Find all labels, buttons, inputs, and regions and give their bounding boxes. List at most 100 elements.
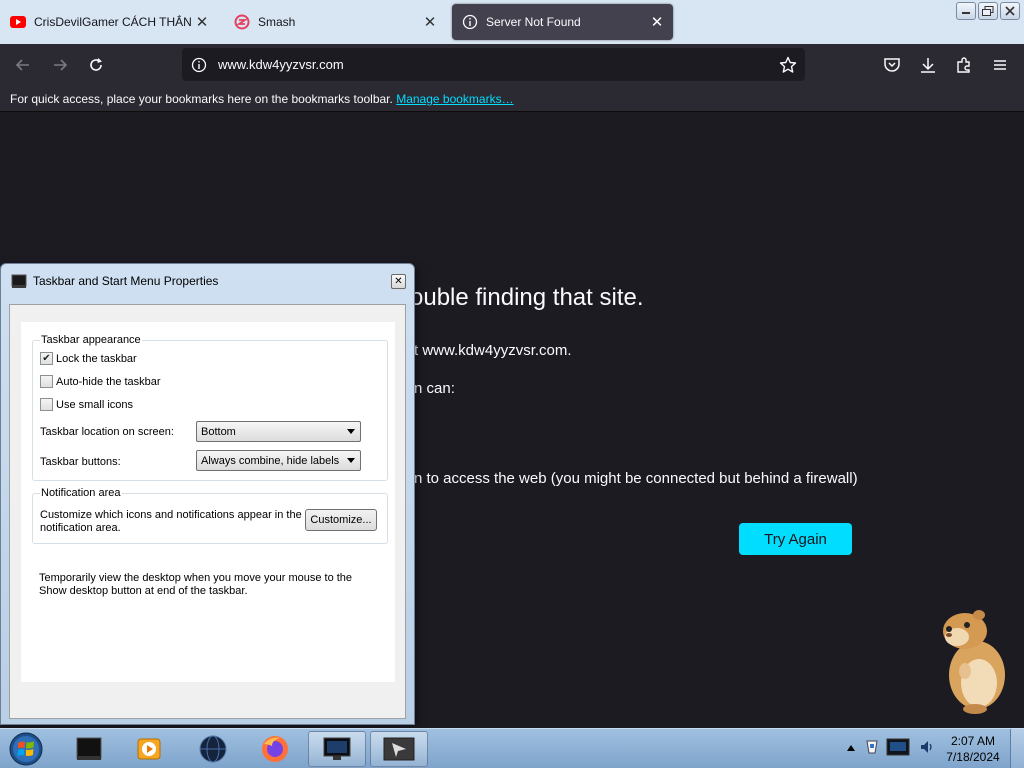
tab-youtube[interactable]: CrisDevilGamer CÁCH THẮNG ✕ <box>0 4 218 40</box>
site-info-icon[interactable] <box>190 56 208 74</box>
taskbar-properties-icon <box>11 273 27 289</box>
action-center-icon[interactable] <box>864 739 880 760</box>
url-text[interactable]: www.kdw4yyzvsr.com <box>218 57 777 72</box>
tab-smash[interactable]: Smash ✕ <box>224 4 446 40</box>
checkmark-icon: ✔ <box>40 352 53 365</box>
download-icon <box>921 58 935 73</box>
media-player-icon <box>137 738 161 760</box>
taskbar-appearance-group: Taskbar appearance ✔ Lock the taskbar Au… <box>32 334 388 481</box>
group-label: Notification area <box>40 487 122 499</box>
forward-arrow-icon <box>54 59 68 71</box>
taskbar-item-window[interactable] <box>60 731 118 767</box>
taskbar-item-monitor[interactable] <box>308 731 366 767</box>
show-hidden-icons-icon[interactable] <box>846 740 856 758</box>
error-suggestion-firewall: n to access the web (you might be connec… <box>414 470 858 487</box>
menu-button[interactable] <box>986 51 1014 79</box>
taskbar-location-select[interactable]: Bottom <box>196 421 361 442</box>
try-again-button[interactable]: Try Again <box>739 523 852 555</box>
clock-time: 2:07 AM <box>950 734 996 748</box>
error-url-line: t www.kdw4yyzvsr.com. <box>414 342 572 359</box>
dropdown-arrow-icon <box>347 458 355 463</box>
youtube-icon <box>10 14 26 30</box>
taskbar-item-explorer[interactable] <box>370 731 428 767</box>
tab-title: Smash <box>258 15 296 29</box>
hamburger-menu-icon <box>994 60 1006 70</box>
checkbox-box <box>40 398 53 411</box>
auto-hide-checkbox[interactable]: Auto-hide the taskbar <box>40 375 161 388</box>
restore-button[interactable] <box>978 2 998 20</box>
minimize-button[interactable] <box>956 2 976 20</box>
globe-icon <box>199 735 227 763</box>
notification-tray <box>840 729 940 768</box>
smash-icon <box>234 14 250 30</box>
dropdown-arrow-icon <box>347 429 355 434</box>
hamster-sticker-image <box>935 605 1015 715</box>
info-icon <box>462 14 478 30</box>
taskbar-buttons-select[interactable]: Always combine, hide labels <box>196 450 361 471</box>
checkbox-box <box>40 375 53 388</box>
checkbox-label: Auto-hide the taskbar <box>56 375 161 388</box>
dialog-titlebar: Taskbar and Start Menu Properties <box>11 273 218 289</box>
pocket-button[interactable] <box>878 51 906 79</box>
downloads-button[interactable] <box>914 51 942 79</box>
network-icon[interactable] <box>884 736 914 763</box>
reload-icon <box>90 58 102 71</box>
select-value: Always combine, hide labels <box>201 454 340 467</box>
navigation-toolbar: www.kdw4yyzvsr.com <box>0 44 1024 86</box>
taskbar-item-firefox[interactable] <box>246 731 304 767</box>
start-button[interactable] <box>6 730 46 768</box>
volume-icon[interactable] <box>918 738 936 761</box>
system-clock[interactable]: 2:07 AM 7/18/2024 <box>940 733 1006 765</box>
error-suggestions-heading: n can: <box>414 380 455 397</box>
lock-taskbar-checkbox[interactable]: ✔ Lock the taskbar <box>40 352 137 365</box>
tab-strip: CrisDevilGamer CÁCH THẮNG ✕ Smash ✕ Serv… <box>0 0 1024 44</box>
checkbox-label: Use small icons <box>56 398 134 411</box>
show-desktop-button[interactable] <box>1010 729 1024 768</box>
dialog-close-button[interactable]: ✕ <box>391 274 406 289</box>
firefox-icon <box>262 736 288 762</box>
monitor-icon <box>323 737 351 760</box>
bookmark-star-icon[interactable] <box>777 54 799 76</box>
tab-title: Server Not Found <box>486 15 581 29</box>
address-bar[interactable]: www.kdw4yyzvsr.com <box>182 48 805 81</box>
taskbar-tab-panel: Taskbar appearance ✔ Lock the taskbar Au… <box>21 322 395 682</box>
extensions-button[interactable] <box>950 51 978 79</box>
dialog-title: Taskbar and Start Menu Properties <box>33 274 219 288</box>
dialog-body: Taskbar appearance ✔ Lock the taskbar Au… <box>9 304 406 719</box>
puzzle-icon <box>957 57 970 73</box>
tab-server-not-found[interactable]: Server Not Found ✕ <box>452 4 673 40</box>
select-value: Bottom <box>201 425 236 438</box>
tab-close-icon[interactable]: ✕ <box>192 12 212 32</box>
taskbar-item-media-player[interactable] <box>120 731 178 767</box>
manage-bookmarks-link[interactable]: Manage bookmarks… <box>396 92 513 106</box>
bookmarks-hint: For quick access, place your bookmarks h… <box>10 92 393 106</box>
small-icons-checkbox[interactable]: Use small icons <box>40 398 133 411</box>
back-button[interactable] <box>9 51 37 79</box>
window-icon <box>76 737 102 760</box>
notification-area-group: Notification area Customize which icons … <box>32 487 388 544</box>
aero-peek-description: Temporarily view the desktop when you mo… <box>39 572 353 597</box>
forward-button[interactable] <box>46 51 74 79</box>
close-window-button[interactable] <box>1000 2 1020 20</box>
tab-close-icon[interactable]: ✕ <box>420 12 440 32</box>
window-controls <box>956 2 1020 20</box>
reload-button[interactable] <box>82 51 110 79</box>
checkbox-label: Lock the taskbar <box>56 352 137 365</box>
taskbar-item-globe[interactable] <box>184 731 242 767</box>
customize-button[interactable]: Customize... <box>305 509 377 531</box>
notification-description: Customize which icons and notifications … <box>40 509 302 534</box>
error-title: ouble finding that site. <box>410 284 644 311</box>
windows-orb-icon <box>9 732 43 766</box>
tab-title: CrisDevilGamer CÁCH THẮNG <box>34 15 192 29</box>
clock-date: 7/18/2024 <box>946 750 1000 764</box>
bookmarks-toolbar: For quick access, place your bookmarks h… <box>0 86 1024 112</box>
tab-close-icon[interactable]: ✕ <box>647 12 667 32</box>
back-arrow-icon <box>15 59 29 71</box>
explorer-icon <box>383 737 415 761</box>
windows-taskbar: 2:07 AM 7/18/2024 <box>0 728 1024 768</box>
pocket-icon <box>884 58 900 72</box>
taskbar-properties-dialog: Taskbar and Start Menu Properties ✕ Task… <box>0 263 415 725</box>
group-label: Taskbar appearance <box>40 334 142 346</box>
location-label: Taskbar location on screen: <box>40 426 174 438</box>
buttons-label: Taskbar buttons: <box>40 456 121 468</box>
